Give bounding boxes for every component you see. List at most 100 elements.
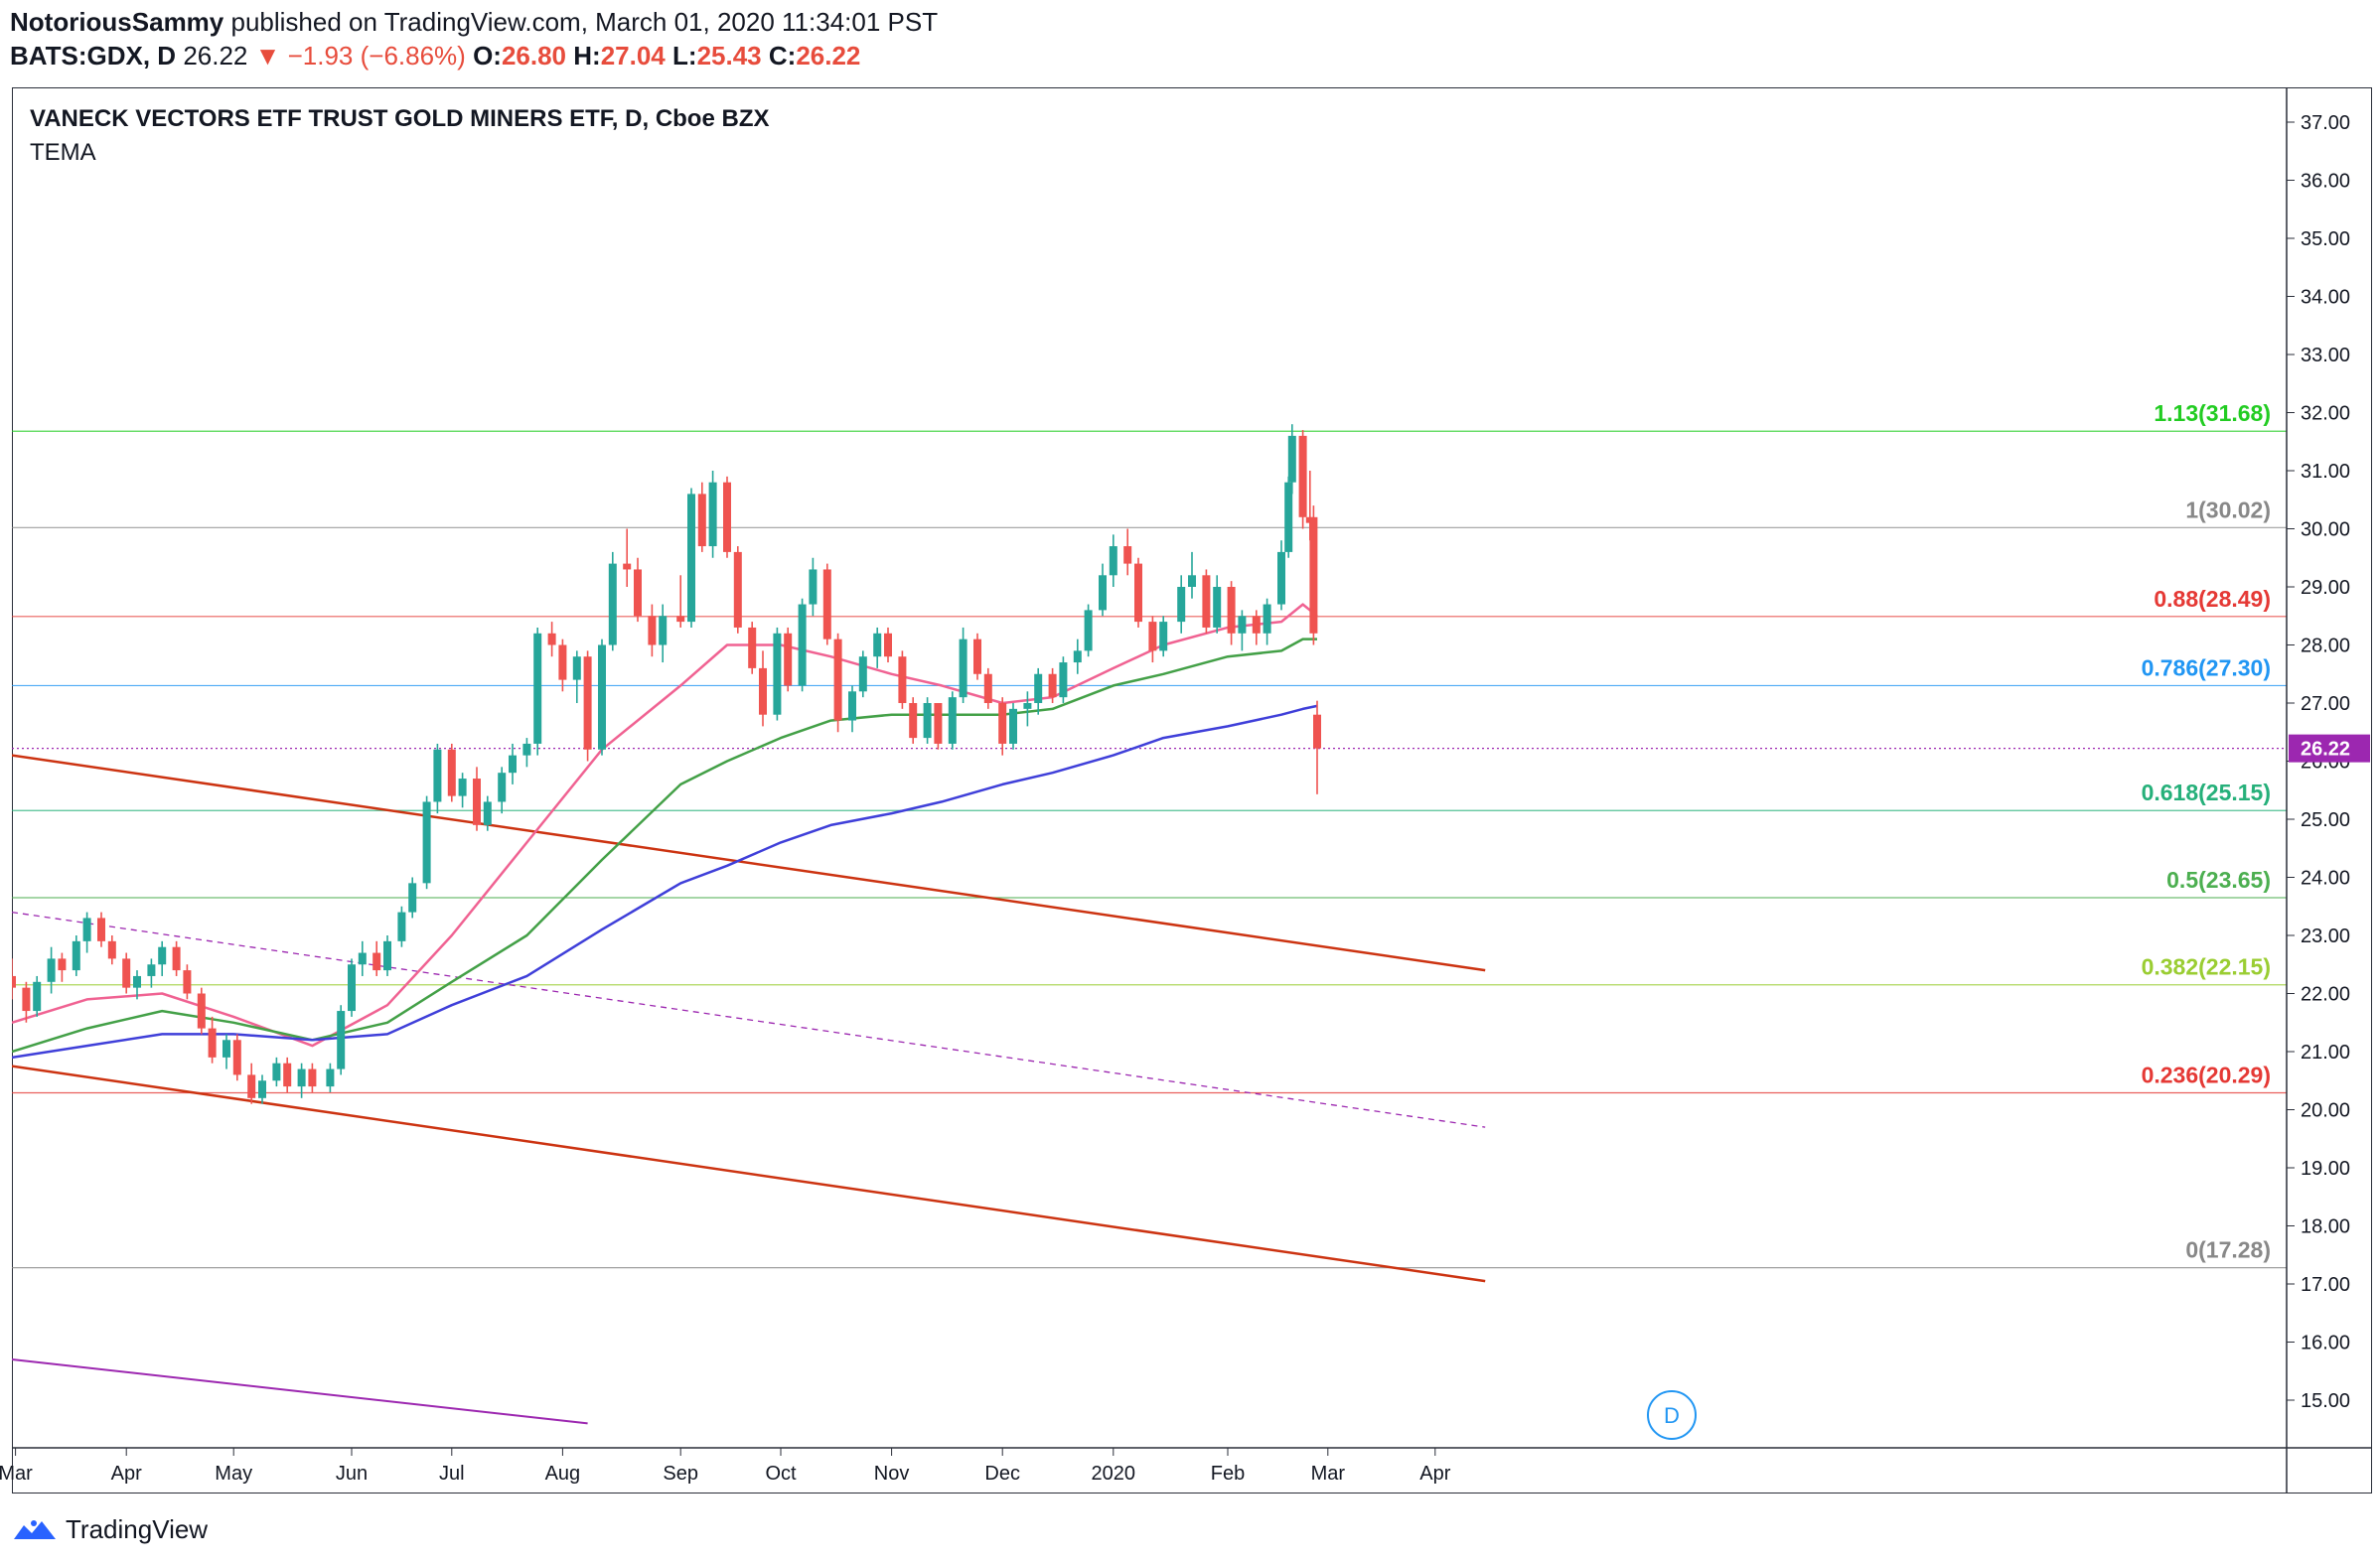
candle-body [1048, 673, 1057, 698]
candle-body [983, 673, 992, 703]
time-axis: Mar Apr May Jun Jul Aug Sep Oct Nov Dec 2020 Feb Mar… [0, 1447, 2372, 1485]
time-tick-label: Oct [765, 1463, 797, 1485]
candle-body [72, 940, 80, 971]
candle-body [934, 703, 943, 744]
fib-level-label: 0.618(25.15) [2142, 780, 2271, 805]
time-tick-label: Apr [111, 1463, 142, 1485]
time-tick-label: Sep [663, 1463, 698, 1485]
time-tick-label: Jul [439, 1463, 465, 1485]
candle-body [272, 1063, 281, 1081]
indicator-label[interactable]: TEMA [30, 139, 96, 167]
candle-body [1202, 575, 1211, 628]
candle-body [822, 569, 831, 640]
candle-body [1109, 546, 1117, 576]
candle-body [1148, 622, 1157, 651]
candle-body [147, 964, 156, 976]
candle-body [973, 639, 981, 674]
candle-body [572, 656, 581, 680]
candle-body [133, 975, 141, 988]
candle-body [522, 743, 531, 756]
candle-body [1309, 516, 1318, 634]
interval-badge-label: D [1664, 1403, 1680, 1428]
candle-body [583, 656, 592, 750]
candle-body [232, 1040, 241, 1075]
candle-body [348, 964, 356, 1012]
price-tick-label: 29.00 [2301, 577, 2350, 599]
candle-body [848, 691, 856, 721]
candle-body [708, 482, 717, 547]
price-tick-label: 20.00 [2301, 1100, 2350, 1122]
candle-body [47, 958, 56, 982]
candle-body [723, 482, 731, 552]
price-tick-label: 22.00 [2301, 984, 2350, 1006]
candle-body [923, 703, 932, 739]
candle-body [784, 633, 793, 686]
candle-body [223, 1040, 230, 1058]
candle-body [884, 633, 892, 657]
price-tick-label: 23.00 [2301, 925, 2350, 947]
fib-level-label: 0.786(27.30) [2142, 654, 2271, 680]
candle-body [759, 667, 767, 715]
price-tick-label: 28.00 [2301, 636, 2350, 657]
price-tick-label: 34.00 [2301, 287, 2350, 309]
fib-levels [12, 430, 2287, 1269]
candle-body [337, 1011, 346, 1069]
price-tick-label: 19.00 [2301, 1158, 2350, 1180]
candle-body [258, 1080, 266, 1098]
candle-body [107, 940, 116, 959]
candle-body [1213, 587, 1222, 628]
price-chart[interactable]: 1.13(31.68) 1(30.02) 0.88(28.49) 0.786(27.3… [0, 0, 2380, 1565]
time-tick-label: Nov [874, 1463, 910, 1485]
candle-body [422, 801, 431, 884]
time-tick-label: Feb [1211, 1463, 1245, 1485]
candle-body [447, 749, 456, 796]
footer-brand[interactable]: TradingView [12, 1509, 208, 1549]
price-tick-label: 35.00 [2301, 228, 2350, 250]
fib-level-label: 0.5(23.65) [2166, 867, 2271, 893]
candle-body [748, 627, 757, 668]
trendline-channel [12, 1065, 1486, 1283]
candle-body [1034, 673, 1043, 703]
candle-body [1227, 587, 1236, 634]
price-tick-label: 24.00 [2301, 868, 2350, 890]
price-tick-label: 27.00 [2301, 693, 2350, 715]
candle-body [408, 883, 417, 913]
candle-body [247, 1074, 256, 1098]
candle-body [1177, 587, 1186, 623]
candle-body [547, 633, 556, 645]
candle-body [608, 563, 617, 645]
candle-body [509, 755, 517, 774]
candle-body [809, 569, 818, 605]
candle-body [1298, 435, 1307, 517]
candle-body [1277, 551, 1285, 605]
price-tick-label: 36.00 [2301, 171, 2350, 193]
price-tick-label: 18.00 [2301, 1216, 2350, 1238]
candle-body [909, 703, 918, 739]
candle-body [308, 1068, 317, 1087]
candle-body [183, 970, 192, 994]
candle-body [1023, 703, 1032, 709]
fib-level-label: 1.13(31.68) [2154, 400, 2271, 426]
candle-body [33, 981, 42, 1012]
candle-body [959, 639, 967, 698]
candle-body [397, 912, 406, 941]
price-tick-label: 30.00 [2301, 519, 2350, 541]
candle-body [326, 1068, 335, 1087]
candle-body [798, 604, 807, 686]
candle-body [22, 987, 31, 1012]
price-tick-label: 32.00 [2301, 403, 2350, 425]
candle-body [498, 773, 507, 802]
fib-level-label: 0.236(20.29) [2142, 1063, 2271, 1088]
price-tick-label: 25.00 [2301, 809, 2350, 831]
price-tick-label: 15.00 [2301, 1390, 2350, 1412]
candle-body [533, 633, 542, 744]
time-tick-label: Jun [336, 1463, 368, 1485]
candle-body [833, 639, 842, 721]
candle-body [1188, 575, 1196, 587]
candle-body [898, 656, 907, 703]
price-tick-label: 33.00 [2301, 345, 2350, 366]
candle-body [697, 494, 706, 547]
time-tick-label: Aug [545, 1463, 581, 1485]
candle-body [208, 1028, 217, 1058]
time-tick-label: Dec [984, 1463, 1020, 1485]
